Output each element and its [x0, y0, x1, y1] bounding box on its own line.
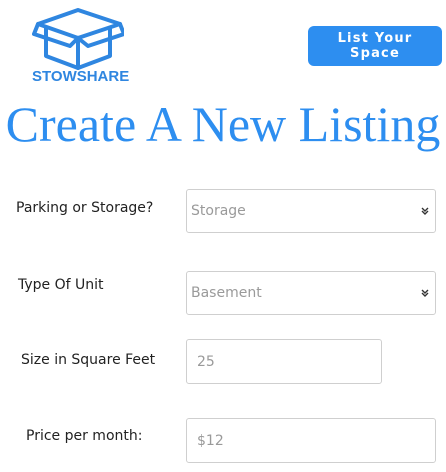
parking-or-storage-label: Parking or Storage? [16, 200, 154, 216]
size-label: Size in Square Feet [21, 352, 156, 368]
type-of-unit-value: Basement [191, 285, 262, 301]
size-input[interactable]: 25 [186, 339, 382, 384]
price-placeholder: $12 [197, 432, 224, 449]
parking-or-storage-select[interactable]: Storage [186, 189, 436, 233]
type-of-unit-select[interactable]: Basement [186, 271, 436, 315]
price-label: Price per month: [26, 428, 143, 444]
chevron-down-icon [421, 289, 429, 297]
box-icon [32, 8, 124, 70]
parking-or-storage-value: Storage [191, 203, 246, 219]
page-title: Create A New Listing [5, 96, 441, 152]
size-placeholder: 25 [197, 353, 215, 370]
chevron-down-icon [421, 207, 429, 215]
type-of-unit-label: Type Of Unit [18, 277, 104, 293]
logo-wordmark: STOWSHARE [32, 68, 130, 85]
list-your-space-button[interactable]: List Your Space [308, 26, 442, 66]
price-input[interactable]: $12 [186, 418, 436, 463]
stowshare-logo[interactable]: STOWSHARE [30, 4, 130, 88]
